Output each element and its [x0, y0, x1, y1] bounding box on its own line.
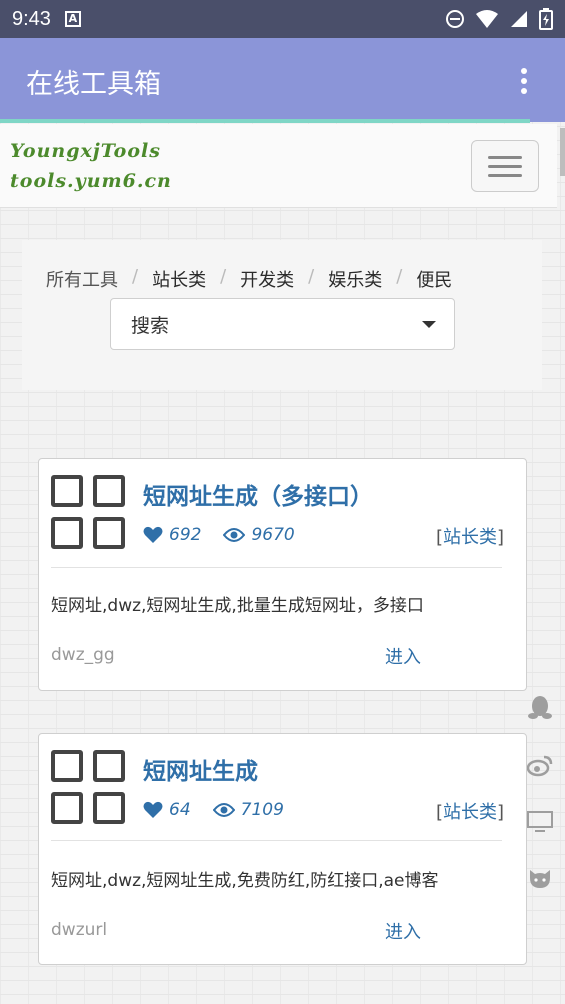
- heart-icon: [143, 801, 163, 818]
- hamburger-icon[interactable]: [471, 140, 539, 192]
- notification-a-icon: A: [64, 11, 81, 27]
- desktop-icon[interactable]: [527, 810, 553, 836]
- tool-card: 短网址生成 64 7109 [站长类] 短网址,dwz,短网址生成,免费防红,防…: [38, 733, 527, 965]
- tool-card-enter-link[interactable]: 进入: [385, 918, 421, 944]
- breadcrumb-separator: /: [308, 266, 315, 287]
- tool-card-likes: 692: [169, 525, 202, 545]
- status-bar: 9:43 A: [0, 0, 565, 38]
- breadcrumb-separator: /: [220, 266, 227, 287]
- breadcrumb-convenience[interactable]: 便民: [416, 266, 452, 292]
- weibo-icon[interactable]: [526, 754, 553, 780]
- breadcrumb-all-tools[interactable]: 所有工具: [46, 266, 118, 292]
- status-time: 9:43: [12, 7, 51, 30]
- breadcrumb-webmaster[interactable]: 站长类: [152, 266, 206, 292]
- tool-card-category-label[interactable]: 站长类: [443, 802, 497, 823]
- chevron-down-icon: [422, 321, 436, 328]
- tool-card-likes: 64: [169, 800, 191, 820]
- battery-icon: [539, 8, 553, 30]
- tool-card: 短网址生成（多接口） 692 9670 [站长类] 短网址,dwz,短网址生成,…: [38, 458, 527, 691]
- wifi-icon: [476, 10, 498, 28]
- tool-card-title[interactable]: 短网址生成: [143, 752, 258, 786]
- tool-card-category[interactable]: [站长类]: [436, 523, 504, 549]
- tool-card-views: 9670: [251, 525, 295, 545]
- github-icon[interactable]: [527, 866, 553, 892]
- breadcrumb-separator: /: [396, 266, 403, 287]
- tool-card-description: 短网址,dwz,短网址生成,免费防红,防红接口,ae博客: [51, 871, 439, 891]
- signal-icon: [511, 11, 527, 27]
- app-bar: 在线工具箱: [0, 38, 565, 122]
- grid-icon: [51, 750, 129, 828]
- tool-card-slug: dwz_gg: [51, 645, 115, 665]
- tool-card-category[interactable]: [站长类]: [436, 798, 504, 824]
- tool-card-stats: 692 9670: [143, 525, 295, 545]
- breadcrumb-separator: /: [132, 266, 139, 287]
- breadcrumb-entertainment[interactable]: 娱乐类: [328, 266, 382, 292]
- heart-icon: [143, 526, 163, 543]
- page-load-progress: [0, 119, 530, 123]
- tool-card-title[interactable]: 短网址生成（多接口）: [143, 477, 373, 511]
- eye-icon: [212, 803, 235, 817]
- tool-card-stats: 64 7109: [143, 800, 284, 820]
- tool-card-views: 7109: [240, 800, 284, 820]
- qq-icon[interactable]: [527, 694, 553, 720]
- category-nav-panel: 所有工具 / 站长类 / 开发类 / 娱乐类 / 便民 搜索: [22, 240, 542, 390]
- site-header: YoungxjTools tools.yum6.cn: [0, 124, 557, 208]
- dnd-icon: [446, 10, 464, 28]
- status-icons: [445, 8, 553, 30]
- tool-card-enter-link[interactable]: 进入: [385, 643, 421, 669]
- breadcrumb-develop[interactable]: 开发类: [240, 266, 294, 292]
- breadcrumb: 所有工具 / 站长类 / 开发类 / 娱乐类 / 便民: [46, 266, 452, 292]
- eye-icon: [223, 528, 246, 542]
- search-select[interactable]: 搜索: [110, 298, 455, 350]
- search-select-value: 搜索: [131, 315, 170, 337]
- divider: [51, 840, 502, 841]
- tool-card-description: 短网址,dwz,短网址生成,批量生成短网址，多接口: [51, 596, 424, 616]
- more-vert-icon[interactable]: [521, 68, 529, 96]
- divider: [51, 567, 502, 568]
- tool-card-slug: dwzurl: [51, 920, 108, 940]
- tool-card-category-label[interactable]: 站长类: [443, 527, 497, 548]
- scrollbar[interactable]: [560, 128, 565, 176]
- app-title: 在线工具箱: [26, 69, 161, 100]
- site-logo-domain[interactable]: tools.yum6.cn: [10, 170, 172, 192]
- site-logo-name[interactable]: YoungxjTools: [10, 140, 161, 162]
- grid-icon: [51, 475, 129, 553]
